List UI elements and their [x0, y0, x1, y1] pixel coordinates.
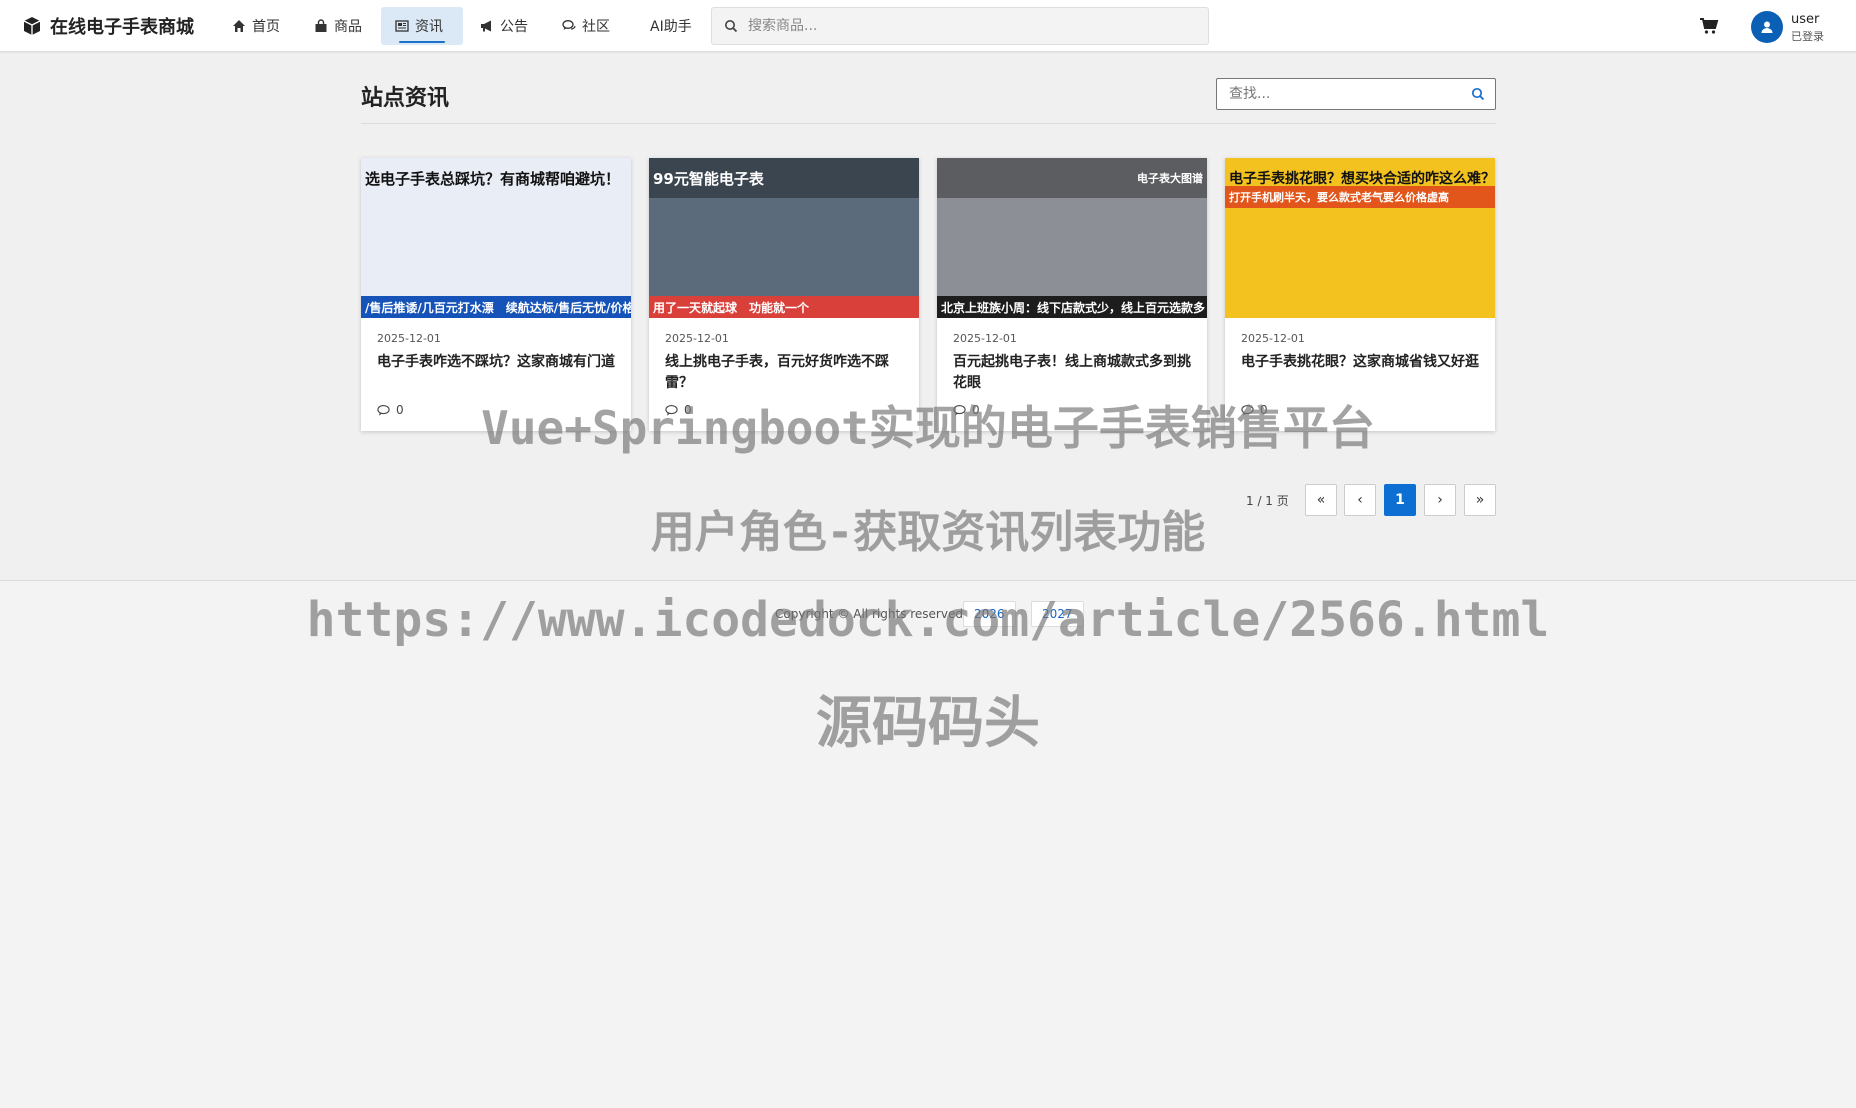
cube-icon: [23, 17, 41, 35]
news-date: 2025-12-01: [665, 332, 729, 345]
product-search[interactable]: [711, 7, 1209, 45]
comment-count: 0: [665, 403, 692, 417]
search-icon: [725, 20, 738, 33]
page-info: 1 / 1 页: [1246, 494, 1289, 508]
news-date: 2025-12-01: [953, 332, 1017, 345]
avatar[interactable]: [1751, 11, 1783, 43]
nav-item-label: 公告: [500, 19, 528, 35]
chat-bubbles-icon: [562, 20, 576, 30]
page-title: 站点资讯: [361, 86, 450, 111]
next-page-button[interactable]: ›: [1424, 484, 1456, 516]
nav-item-announcements[interactable]: 公告: [466, 7, 542, 45]
nav-item-home[interactable]: 首页: [218, 7, 294, 45]
news-card[interactable]: 99元智能电子表 用了一天就起球 功能就一个 2025-12-01 线上挑电子手…: [649, 158, 919, 431]
news-card-image[interactable]: 电子表大图谱 北京上班族小周：线下店款式少，线上百元选款多: [937, 158, 1207, 318]
footer: [0, 580, 1856, 1108]
first-page-button[interactable]: «: [1305, 484, 1337, 516]
nav-item-ai-assistant[interactable]: AI助手: [636, 7, 706, 45]
comment-icon: [665, 404, 678, 416]
image-headline: 99元智能电子表: [649, 158, 919, 198]
news-title[interactable]: 电子手表挑花眼？这家商城省钱又好逛: [1241, 352, 1481, 373]
news-card-image[interactable]: 99元智能电子表 用了一天就起球 功能就一个: [649, 158, 919, 318]
comment-icon: [1241, 404, 1254, 416]
comment-count-value: 0: [396, 403, 404, 417]
nav-item-news[interactable]: 资讯: [381, 7, 463, 45]
news-card[interactable]: 选电子手表总踩坑？有商城帮咱避坑！ /售后推诿/几百元打水漂 续航达标/售后无忧…: [361, 158, 631, 431]
brand-title: 在线电子手表商城: [50, 17, 194, 38]
user-icon: [1761, 21, 1773, 33]
nav-item-label: 社区: [582, 19, 610, 35]
home-icon: [233, 20, 245, 32]
shopping-bag-icon: [315, 19, 327, 32]
cart-icon[interactable]: [1699, 16, 1719, 36]
comment-count: 0: [953, 403, 980, 417]
news-find-input[interactable]: [1217, 86, 1471, 102]
comment-icon: [953, 404, 966, 416]
copyright: Copyright © All rights reserved.: [775, 607, 967, 621]
user-name[interactable]: user: [1791, 12, 1819, 27]
image-caption: /售后推诿/几百元打水漂 续航达标/售后无忧/价格透明: [361, 296, 631, 318]
news-card-image[interactable]: 电子手表挑花眼？想买块合适的咋这么难？ 打开手机刷半天，要么款式老气要么价格虚高: [1225, 158, 1495, 318]
last-page-button[interactable]: »: [1464, 484, 1496, 516]
user-status: 已登录: [1791, 30, 1824, 43]
nav-item-label: 商品: [334, 19, 362, 35]
divider: [361, 123, 1496, 124]
search-input[interactable]: [748, 18, 1208, 34]
watermark-subtitle: 用户角色-获取资讯列表功能: [650, 507, 1206, 558]
image-headline: 选电子手表总踩坑？有商城帮咱避坑！: [365, 169, 621, 188]
brand[interactable]: 在线电子手表商城: [22, 13, 194, 39]
nav-item-products[interactable]: 商品: [300, 7, 376, 45]
search-icon[interactable]: [1471, 87, 1485, 101]
watermark-title: Vue+Springboot实现的电子手表销售平台: [481, 401, 1375, 455]
news-card[interactable]: 电子手表挑花眼？想买块合适的咋这么难？ 打开手机刷半天，要么款式老气要么价格虚高…: [1225, 158, 1495, 431]
year-link[interactable]: 2027: [1031, 601, 1084, 627]
image-caption: 打开手机刷半天，要么款式老气要么价格虚高: [1225, 186, 1495, 208]
prev-page-button[interactable]: ‹: [1344, 484, 1376, 516]
news-title[interactable]: 电子手表咋选不踩坑？这家商城有门道: [377, 352, 617, 373]
comment-count: 0: [377, 403, 404, 417]
image-caption: 用了一天就起球 功能就一个: [649, 296, 919, 318]
page-button-current[interactable]: 1: [1384, 484, 1416, 516]
comment-count-value: 0: [1260, 403, 1268, 417]
news-date: 2025-12-01: [1241, 332, 1305, 345]
top-navbar: 在线电子手表商城 首页 商品 资讯 公告 社区 AI助手 user 已登录: [0, 0, 1856, 52]
nav-item-label: 资讯: [415, 19, 443, 35]
comment-icon: [377, 404, 390, 416]
news-card[interactable]: 电子表大图谱 北京上班族小周：线下店款式少，线上百元选款多 2025-12-01…: [937, 158, 1207, 431]
nav-item-label: AI助手: [650, 19, 692, 35]
news-title[interactable]: 百元起挑电子表！线上商城款式多到挑花眼: [953, 352, 1193, 394]
comment-count: 0: [1241, 403, 1268, 417]
news-date: 2025-12-01: [377, 332, 441, 345]
newspaper-icon: [395, 20, 409, 32]
bullhorn-icon: [481, 20, 491, 32]
news-card-image[interactable]: 选电子手表总踩坑？有商城帮咱避坑！ /售后推诿/几百元打水漂 续航达标/售后无忧…: [361, 158, 631, 318]
image-caption: 北京上班族小周：线下店款式少，线上百元选款多: [937, 296, 1207, 318]
nav-item-label: 首页: [252, 19, 280, 35]
comment-count-value: 0: [684, 403, 692, 417]
nav-item-community[interactable]: 社区: [548, 7, 624, 45]
news-find-box[interactable]: [1216, 78, 1496, 110]
comment-count-value: 0: [972, 403, 980, 417]
news-title[interactable]: 线上挑电子手表，百元好货咋选不踩雷？: [665, 352, 905, 394]
image-headline: 电子表大图谱: [937, 158, 1207, 198]
year-link[interactable]: 2026: [963, 601, 1016, 627]
